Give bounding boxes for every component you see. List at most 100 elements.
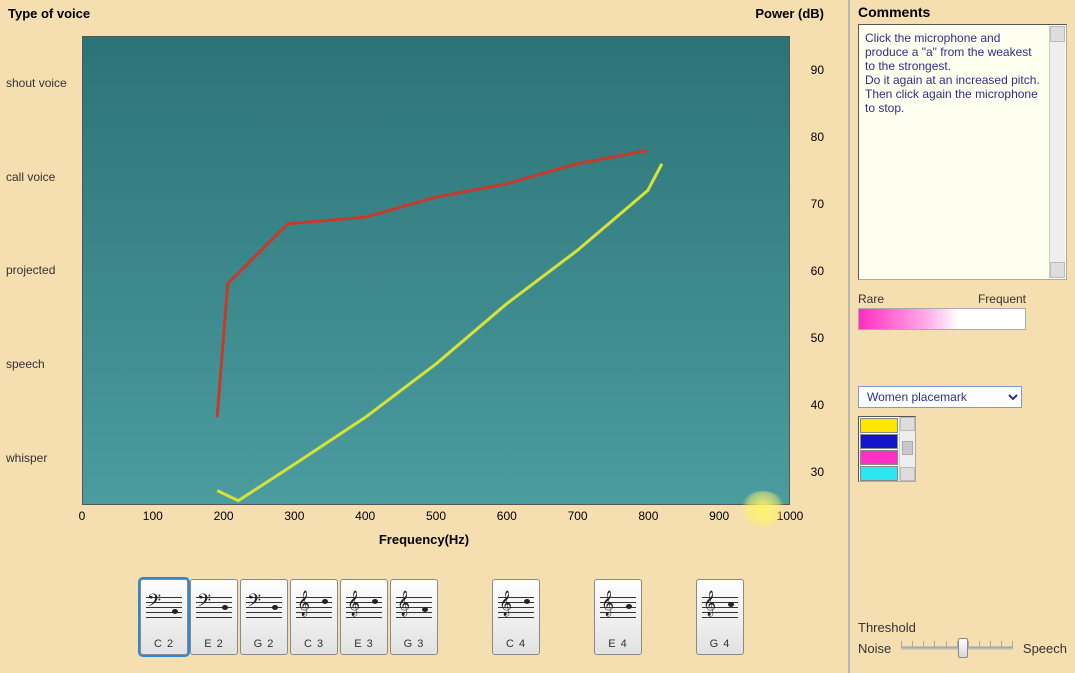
threshold-title: Threshold	[858, 620, 1067, 635]
y-category-labels: shout voice call voice projected speech whis…	[0, 36, 80, 505]
color-palette-list[interactable]	[858, 416, 916, 482]
note-button-g2[interactable]: 𝄢 G 2	[240, 579, 288, 655]
color-swatch[interactable]	[860, 466, 898, 481]
bass-clef-icon: 𝄢	[197, 592, 211, 614]
note-button-g3[interactable]: 𝄞 G 3	[390, 579, 438, 655]
threshold-label-speech: Speech	[1023, 641, 1067, 656]
note-head-icon	[728, 602, 734, 607]
note-button-e4[interactable]: 𝄞 E 4	[594, 579, 642, 655]
freq-label-frequent: Frequent	[978, 292, 1026, 306]
treble-clef-icon: 𝄞	[703, 592, 716, 614]
y-category-label: call voice	[6, 171, 80, 183]
note-buttons-row: 𝄢 C 2 𝄢 E 2 𝄢 G 2 𝄞 C 3 𝄞 E 3 𝄞 G 3 𝄞 C 4 𝄞 E 4 𝄞 G 4	[0, 561, 848, 673]
app-root: Type of voice Power (dB) shout voice call…	[0, 0, 1075, 673]
note-button-e2[interactable]: 𝄢 E 2	[190, 579, 238, 655]
note-button-label: G 3	[404, 638, 425, 650]
threshold-label-noise: Noise	[858, 641, 891, 656]
note-button-label: E 2	[204, 638, 224, 650]
scroll-down-button[interactable]	[1050, 262, 1065, 278]
x-tick: 200	[214, 509, 234, 523]
treble-clef-icon: 𝄞	[297, 592, 310, 614]
x-tick: 900	[709, 509, 729, 523]
note-head-icon	[222, 605, 228, 610]
note-button-c2[interactable]: 𝄢 C 2	[140, 579, 188, 655]
freq-label-rare: Rare	[858, 292, 884, 306]
x-tick: 600	[497, 509, 517, 523]
color-swatch[interactable]	[860, 450, 898, 465]
x-tick-labels: 01002003004005006007008009001000	[82, 509, 790, 527]
bass-clef-icon: 𝄢	[247, 592, 261, 614]
x-tick: 500	[426, 509, 446, 523]
threshold-slider[interactable]	[897, 637, 1017, 659]
note-head-icon	[372, 599, 378, 604]
y2-axis-title: Power (dB)	[755, 6, 824, 21]
note-head-icon	[322, 599, 328, 604]
series-red	[217, 150, 648, 417]
note-button-e3[interactable]: 𝄞 E 3	[340, 579, 388, 655]
note-button-c3[interactable]: 𝄞 C 3	[290, 579, 338, 655]
y-axis-title: Type of voice	[8, 6, 90, 21]
y-category-label: whisper	[6, 452, 80, 464]
y2-tick: 90	[811, 63, 824, 77]
treble-clef-icon: 𝄞	[601, 592, 614, 614]
x-tick: 800	[638, 509, 658, 523]
x-tick: 300	[284, 509, 304, 523]
comments-textarea[interactable]: Click the microphone and produce a "a" f…	[858, 24, 1067, 280]
y-category-label: projected	[6, 264, 80, 276]
comments-heading: Comments	[858, 4, 1067, 20]
scroll-up-button[interactable]	[1050, 26, 1065, 42]
threshold-slider-thumb[interactable]	[958, 638, 968, 658]
comments-text: Click the microphone and produce a "a" f…	[865, 31, 1062, 115]
x-tick: 700	[568, 509, 588, 523]
note-head-icon	[422, 607, 428, 612]
palette-scroll-up[interactable]	[900, 417, 915, 431]
treble-clef-icon: 𝄞	[499, 592, 512, 614]
note-button-label: C 2	[154, 638, 174, 650]
left-pane: Type of voice Power (dB) shout voice call…	[0, 0, 850, 673]
frequency-legend: Rare Frequent	[858, 292, 1067, 330]
note-button-label: E 3	[354, 638, 374, 650]
note-button-g4[interactable]: 𝄞 G 4	[696, 579, 744, 655]
y2-tick-labels: 30 40 50 60 70 80 90	[792, 36, 824, 505]
note-button-c4[interactable]: 𝄞 C 4	[492, 579, 540, 655]
threshold-section: Threshold Noise Speech	[858, 620, 1067, 665]
note-button-label: E 4	[608, 638, 628, 650]
note-button-label: C 4	[506, 638, 526, 650]
y2-tick: 50	[811, 331, 824, 345]
note-button-label: G 2	[254, 638, 275, 650]
y2-tick: 70	[811, 197, 824, 211]
palette-scroll-thumb[interactable]	[902, 441, 913, 455]
comments-scrollbar[interactable]	[1049, 26, 1065, 278]
note-head-icon	[172, 609, 178, 614]
x-tick: 400	[355, 509, 375, 523]
right-pane: Comments Click the microphone and produc…	[850, 0, 1075, 673]
x-tick: 100	[143, 509, 163, 523]
y-category-label: speech	[6, 358, 80, 370]
x-tick: 0	[79, 509, 86, 523]
cursor-highlight	[740, 491, 786, 527]
palette-scroll-down[interactable]	[900, 467, 915, 481]
bass-clef-icon: 𝄢	[147, 592, 161, 614]
treble-clef-icon: 𝄞	[397, 592, 410, 614]
note-head-icon	[524, 599, 530, 604]
y-category-label: shout voice	[6, 77, 80, 89]
frequency-gradient-bar	[858, 308, 1026, 330]
placemark-section: Women placemark	[858, 386, 1067, 482]
note-button-label: G 4	[710, 638, 731, 650]
palette-scrollbar[interactable]	[899, 417, 915, 481]
y2-tick: 80	[811, 130, 824, 144]
chart-area: Type of voice Power (dB) shout voice call…	[0, 0, 848, 561]
treble-clef-icon: 𝄞	[347, 592, 360, 614]
series-yellow	[217, 164, 662, 501]
note-head-icon	[272, 605, 278, 610]
y2-tick: 30	[811, 465, 824, 479]
note-head-icon	[626, 604, 632, 609]
color-swatch[interactable]	[860, 418, 898, 433]
y2-tick: 60	[811, 264, 824, 278]
y2-tick: 40	[811, 398, 824, 412]
x-axis-title: Frequency(Hz)	[379, 532, 469, 547]
note-button-label: C 3	[304, 638, 324, 650]
color-swatch[interactable]	[860, 434, 898, 449]
plot-canvas[interactable]	[82, 36, 790, 505]
placemark-select[interactable]: Women placemark	[858, 386, 1022, 408]
